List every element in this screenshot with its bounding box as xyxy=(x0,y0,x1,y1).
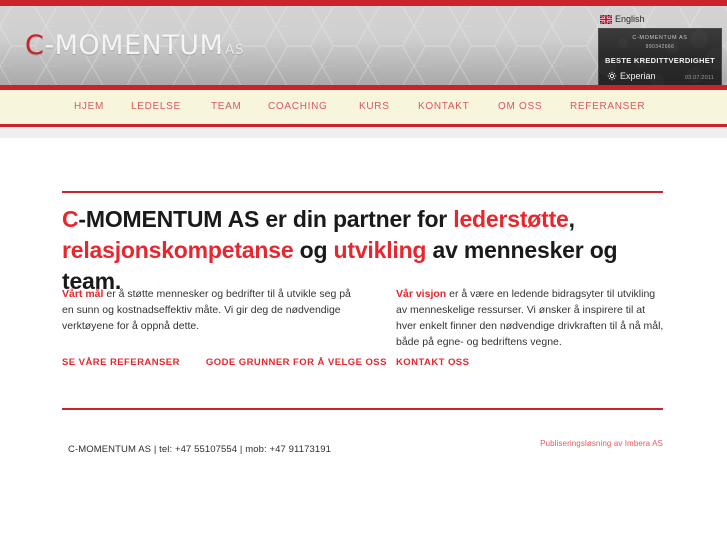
site-logo[interactable]: C-MOMENTUM AS xyxy=(25,32,244,59)
nav-item-team[interactable]: TEAM xyxy=(211,101,242,112)
language-label: English xyxy=(615,14,645,24)
logo-suffix: AS xyxy=(225,43,245,58)
column-left-lead: Vårt mål xyxy=(62,288,104,300)
badge-brand-label: Experian xyxy=(620,71,656,81)
nav-item-referanser[interactable]: REFERANSER xyxy=(570,101,645,112)
logo-letter-c: C xyxy=(25,30,45,61)
badge-rating-text: BESTE KREDITTVERDIGHET xyxy=(605,56,715,65)
headline-brand: -MOMENTUM AS xyxy=(78,206,266,232)
column-right-lead: Vår visjon xyxy=(396,288,447,300)
column-left-body: er å støtte mennesker og bedrifter til å… xyxy=(62,288,351,332)
badge-date: 03.07.2011 xyxy=(684,75,714,81)
main-content: C-MOMENTUM AS er din partner for lederst… xyxy=(0,138,727,545)
badge-org-number: 990342666 xyxy=(645,44,675,50)
headline-text-2: og xyxy=(293,237,334,263)
site-header: C-MOMENTUM AS English C-MOMENTUM AS 9903… xyxy=(0,6,727,85)
experian-credit-badge[interactable]: C-MOMENTUM AS 990342666 BESTE KREDITTVER… xyxy=(598,28,722,85)
nav-item-kontakt[interactable]: KONTAKT xyxy=(418,101,469,112)
main-navigation: HJEM LEDELSE TEAM COACHING KURS KONTAKT OM OSS… xyxy=(0,90,727,124)
column-var-visjon: Vår visjon er å være en ledende bidragsy… xyxy=(396,286,666,350)
headline-highlight-lederstotte: lederstøtte xyxy=(453,206,569,232)
cta-kontakt-oss[interactable]: KONTAKT OSS xyxy=(396,357,469,368)
nav-item-om-oss[interactable]: OM OSS xyxy=(498,101,542,112)
nav-item-kurs[interactable]: KURS xyxy=(359,101,390,112)
cta-links-right: KONTAKT OSS xyxy=(396,357,469,368)
page-title: C-MOMENTUM AS er din partner for lederst… xyxy=(62,204,672,297)
experian-logo-icon xyxy=(607,71,617,81)
sub-nav-strip xyxy=(0,127,727,138)
column-vart-mal: Vårt mål er å støtte mennesker og bedrif… xyxy=(62,286,357,334)
badge-brand: Experian xyxy=(607,71,656,81)
footer-contact: C-MOMENTUM AS | tel: +47 55107554 | mob:… xyxy=(68,444,332,455)
headline-highlight-relasjonskompetanse: relasjonskompetanse xyxy=(62,237,294,263)
badge-company-name: C-MOMENTUM AS xyxy=(632,35,688,41)
nav-item-hjem[interactable]: HJEM xyxy=(74,101,104,112)
headline-highlight-utvikling: utvikling xyxy=(333,237,427,263)
cta-gode-grunner-for-velge-oss[interactable]: GODE GRUNNER FOR Å VELGE OSS xyxy=(206,357,387,368)
content-top-divider xyxy=(62,191,663,193)
cta-links-left: SE VÅRE REFERANSER GODE GRUNNER FOR Å VEL… xyxy=(62,357,387,368)
content-bottom-divider xyxy=(62,408,663,410)
headline-letter-c: C xyxy=(62,206,79,232)
uk-flag-icon xyxy=(600,15,612,24)
headline-comma: , xyxy=(568,206,575,232)
logo-wordmark: -MOMENTUM xyxy=(44,30,224,61)
cta-se-v-re-referanser[interactable]: SE VÅRE REFERANSER xyxy=(62,357,180,368)
headline-text-1: er din partner for xyxy=(265,206,454,232)
language-switcher[interactable]: English xyxy=(600,15,645,24)
nav-item-ledelse[interactable]: LEDELSE xyxy=(131,101,181,112)
nav-item-coaching[interactable]: COACHING xyxy=(268,101,328,112)
page-root: C-MOMENTUM AS English C-MOMENTUM AS 9903… xyxy=(0,0,727,545)
footer-publisher-credit[interactable]: Publiseringsløsning av Imbera AS xyxy=(540,439,663,448)
